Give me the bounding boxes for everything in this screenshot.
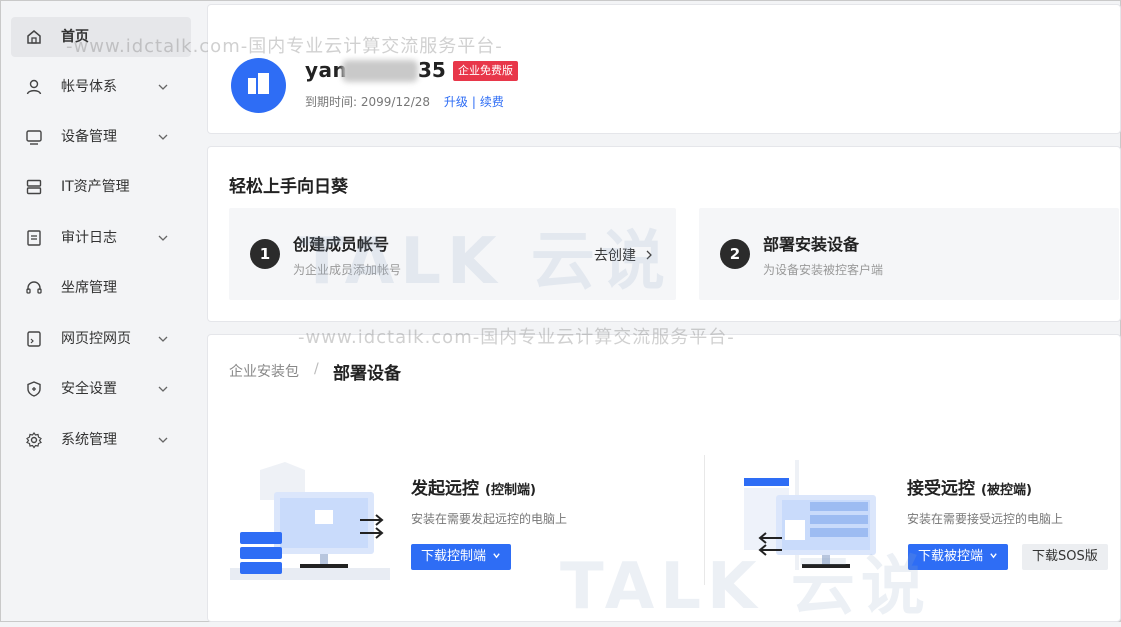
host-title-text: 接受远控 [907, 479, 975, 499]
breadcrumb-parent[interactable]: 企业安装包 [229, 361, 299, 381]
sidebar-item-devices[interactable]: 设备管理 [11, 117, 191, 157]
sidebar-item-label: IT资产管理 [61, 179, 130, 195]
step-number: 1 [250, 239, 280, 269]
sidebar-item-label: 设备管理 [61, 129, 117, 145]
monitor-icon [26, 130, 42, 145]
sidebar-item-label: 网页控网页 [61, 331, 131, 347]
onboarding-title: 轻松上手向日葵 [229, 177, 348, 197]
sidebar: 首页 帐号体系 设备管理 IT资产管理 审计日志 坐席管理 网页控网页 安全设置… [1, 1, 195, 620]
shield-icon [27, 381, 41, 397]
sidebar-item-label: 安全设置 [61, 381, 117, 397]
expire-info: 到期时间: 2099/12/28 升级 | 续费 [305, 93, 504, 110]
host-tag: (被控端) [981, 483, 1032, 498]
step-number: 2 [720, 239, 750, 269]
chevron-down-icon [158, 235, 168, 241]
step-deploy-devices[interactable] [699, 208, 1119, 300]
watermark-text: -www.idctalk.com-国内专业云计算交流服务平台- [66, 36, 503, 57]
chevron-down-icon [990, 553, 997, 559]
user-icon [26, 79, 42, 95]
controller-subtitle: 安装在需要发起远控的电脑上 [411, 512, 568, 526]
step-subtitle: 为设备安装被控客户端 [763, 263, 884, 277]
controller-title-text: 发起远控 [411, 479, 479, 499]
document-icon [27, 230, 41, 246]
server-icon [26, 179, 42, 195]
sidebar-item-label: 坐席管理 [61, 280, 117, 296]
chevron-down-icon [158, 84, 168, 90]
watermark-logo: TALK 云说 [300, 225, 671, 299]
sidebar-item-accounts[interactable]: 帐号体系 [11, 67, 191, 107]
sidebar-item-web-control[interactable]: 网页控网页 [11, 319, 191, 359]
sidebar-item-label: 系统管理 [61, 432, 117, 448]
controller-tag: (控制端) [485, 483, 536, 498]
building-logo-icon [248, 73, 269, 94]
controller-title: 发起远控 (控制端) [411, 474, 536, 499]
account-name-suffix: 35 [418, 58, 446, 82]
chevron-down-icon [158, 336, 168, 342]
avatar [231, 58, 286, 113]
step-title: 部署安装设备 [763, 235, 860, 254]
link-separator: | [471, 95, 476, 109]
sidebar-item-security[interactable]: 安全设置 [11, 369, 191, 409]
upgrade-link[interactable]: 升级 [444, 95, 468, 109]
home-icon [27, 30, 41, 44]
chevron-down-icon [493, 553, 500, 559]
sidebar-item-label: 审计日志 [61, 230, 117, 246]
breadcrumb-current: 部署设备 [333, 364, 401, 384]
chevron-down-icon [158, 386, 168, 392]
watermark-logo: TALK 云说 [560, 550, 931, 624]
webpage-icon [27, 331, 41, 347]
sidebar-item-agents[interactable]: 坐席管理 [11, 268, 191, 308]
chevron-down-icon [158, 134, 168, 140]
sidebar-item-system[interactable]: 系统管理 [11, 420, 191, 460]
host-title: 接受远控 (被控端) [907, 474, 1032, 499]
gear-icon [26, 432, 42, 449]
host-subtitle: 安装在需要接受远控的电脑上 [907, 512, 1064, 526]
sidebar-item-audit-log[interactable]: 审计日志 [11, 218, 191, 258]
breadcrumb-separator: / [314, 361, 319, 377]
expire-label: 到期时间: 2099/12/28 [305, 95, 431, 109]
plan-badge: 企业免费版 [453, 61, 518, 81]
headset-icon [26, 281, 42, 294]
chevron-down-icon [158, 437, 168, 443]
blurred-name [342, 60, 418, 82]
download-controller-label: 下载控制端 [421, 549, 487, 564]
download-sos-button[interactable]: 下载SOS版 [1022, 544, 1108, 570]
download-controller-button[interactable]: 下载控制端 [411, 544, 512, 570]
watermark-text: -www.idctalk.com-国内专业云计算交流服务平台- [298, 327, 735, 348]
renew-link[interactable]: 续费 [480, 95, 504, 109]
sidebar-item-it-assets[interactable]: IT资产管理 [11, 167, 191, 207]
controller-illustration [230, 462, 390, 580]
account-name-prefix: yan [305, 58, 348, 82]
sidebar-item-label: 帐号体系 [61, 79, 117, 95]
